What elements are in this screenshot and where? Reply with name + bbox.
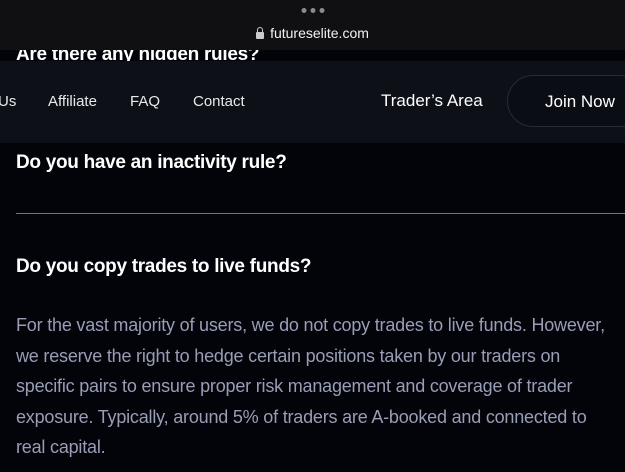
url-display[interactable]: futureselite.com	[0, 24, 625, 42]
nav-affiliate-link[interactable]: Affiliate	[48, 93, 97, 111]
dot	[310, 8, 315, 13]
url-text: futureselite.com	[270, 25, 369, 41]
faq-divider	[16, 213, 625, 214]
dot	[319, 8, 324, 13]
page: futureselite.com Are there any hidden ru…	[0, 0, 625, 472]
faq-question-copy-trades[interactable]: Do you copy trades to live funds?	[16, 256, 312, 278]
lock-icon	[256, 27, 265, 39]
join-now-button[interactable]: Join Now	[507, 75, 625, 127]
nav-contact-link[interactable]: Contact	[193, 93, 245, 111]
faq-question-inactivity[interactable]: Do you have an inactivity rule?	[16, 152, 287, 174]
nav-faq-link[interactable]: FAQ	[130, 93, 160, 111]
nav-about-us-link[interactable]: Us	[0, 93, 16, 111]
browser-address-bar[interactable]: futureselite.com	[0, 0, 625, 50]
dot	[301, 8, 306, 13]
more-options-icon[interactable]	[301, 8, 324, 13]
site-header-nav: Us Affiliate FAQ Contact Trader’s Area J…	[0, 61, 625, 143]
faq-answer-copy-trades: For the vast majority of users, we do no…	[16, 315, 605, 457]
traders-area-link[interactable]: Trader’s Area	[381, 91, 483, 111]
